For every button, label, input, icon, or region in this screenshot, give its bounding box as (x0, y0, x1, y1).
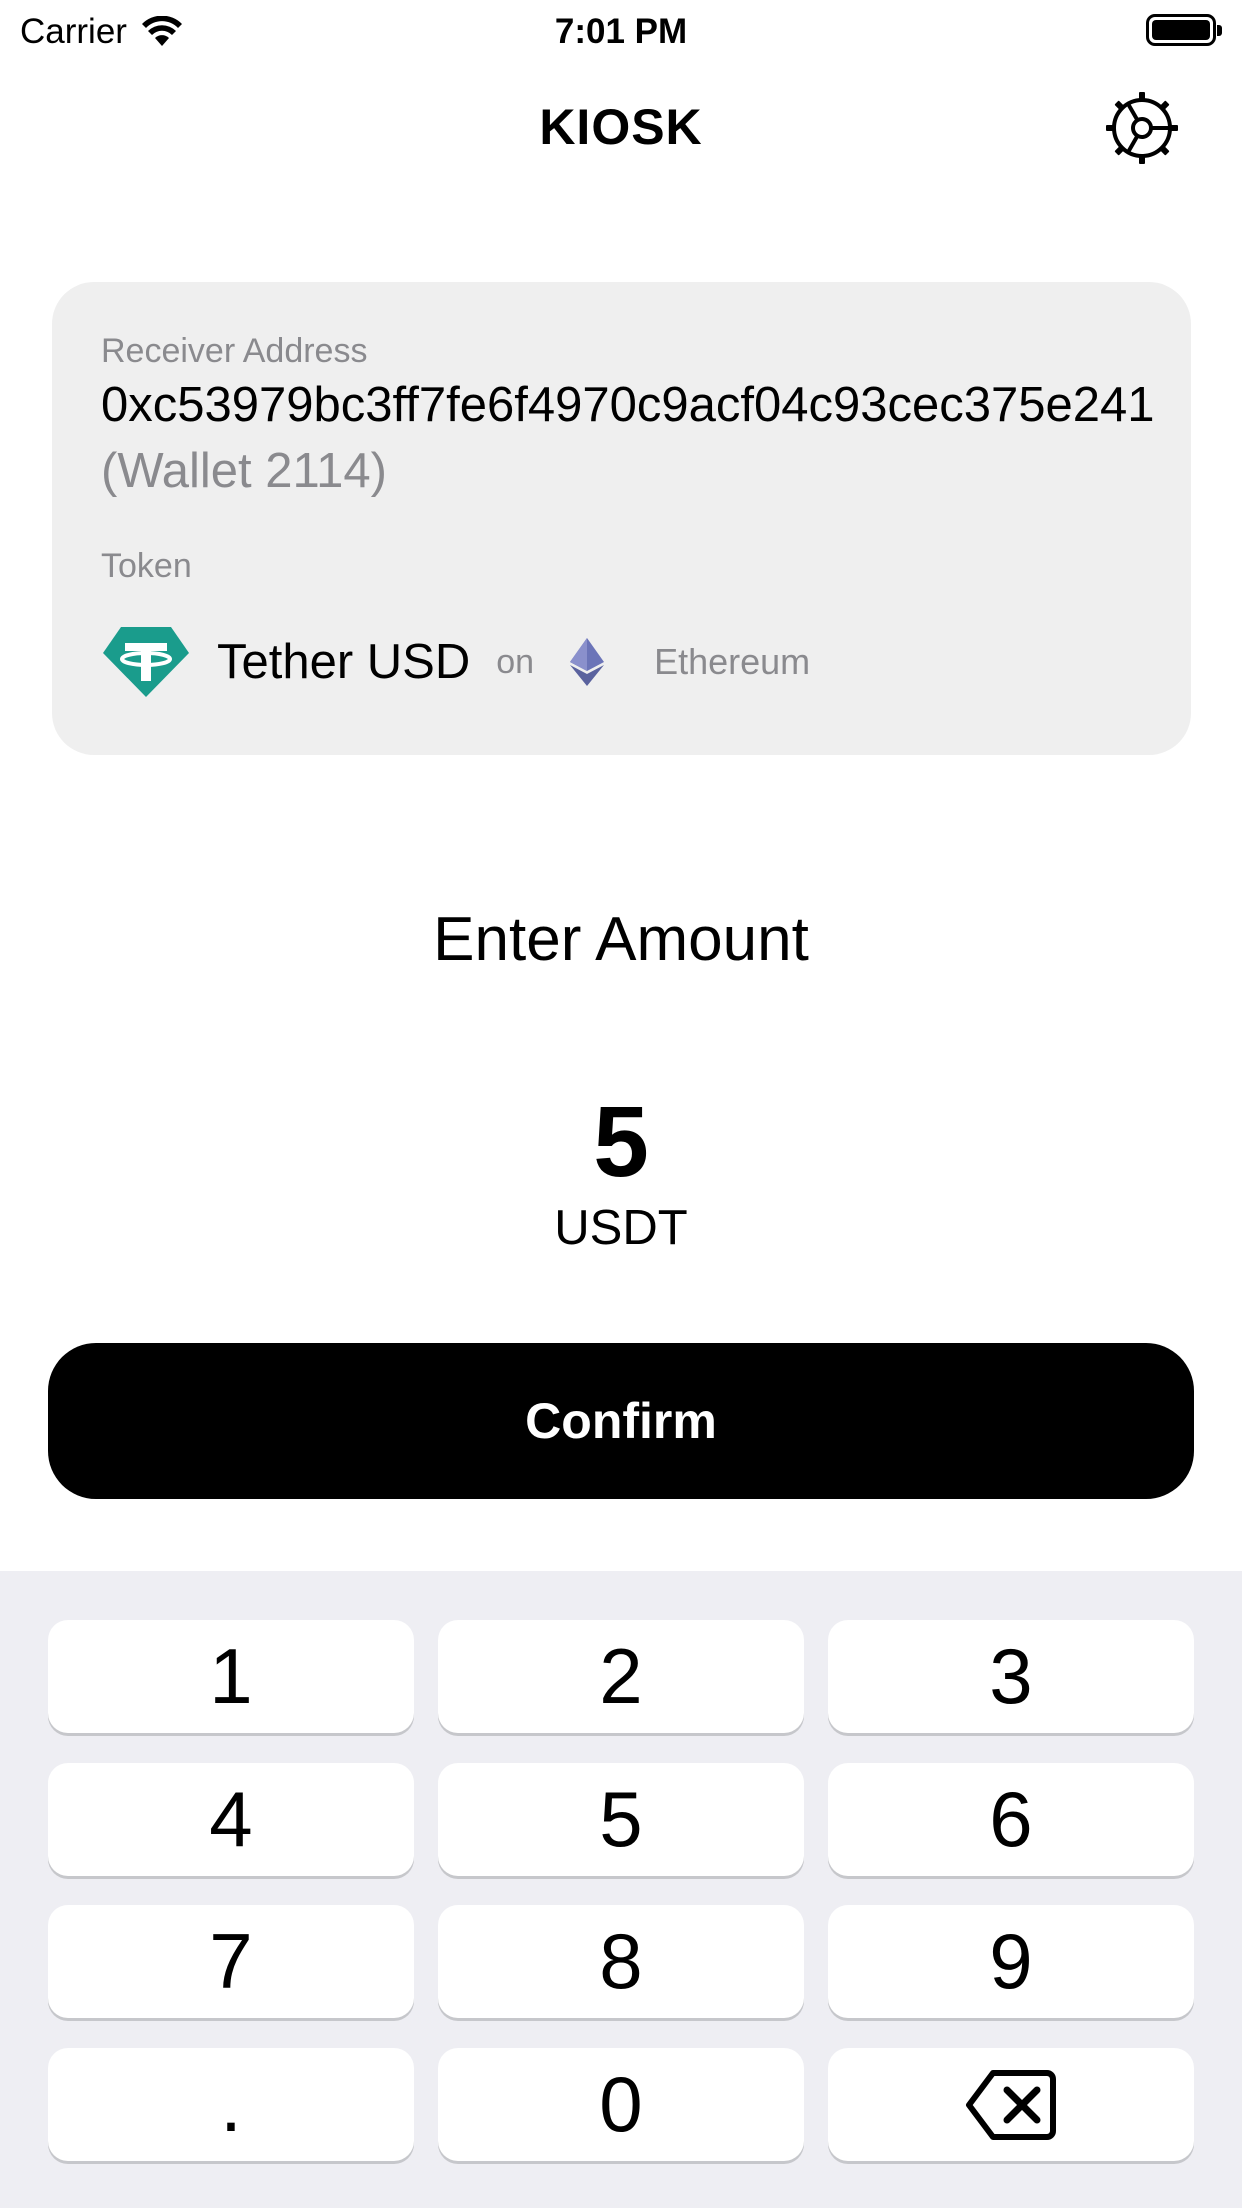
receiver-address: 0xc53979bc3ff7fe6f4970c9acf04c93cec375e2… (101, 372, 1161, 504)
status-time: 7:01 PM (554, 12, 688, 51)
status-bar: Carrier 7:01 PM (0, 0, 1242, 62)
amount-value: 5 (593, 1086, 649, 1198)
confirm-button-label: Confirm (525, 1393, 717, 1449)
payment-details-card: Receiver Address 0xc53979bc3ff7fe6f4970c… (52, 282, 1191, 755)
key-9[interactable]: 9 (828, 1905, 1194, 2018)
backspace-icon (966, 2069, 1056, 2140)
token-on-label: on (496, 642, 535, 681)
receiver-address-label: Receiver Address (101, 332, 368, 370)
token-label: Token (101, 547, 192, 585)
app-header: KIOSK (0, 90, 1242, 166)
tether-icon (103, 627, 189, 697)
gear-icon (1106, 92, 1178, 164)
page-title: KIOSK (539, 99, 703, 155)
key-8[interactable]: 8 (438, 1905, 804, 2018)
token-name: Tether USD (217, 635, 471, 689)
receiver-address-value: 0xc53979bc3ff7fe6f4970c9acf04c93cec375e2… (101, 378, 1155, 432)
battery-icon (1146, 14, 1222, 46)
wallet-name: (Wallet 2114) (101, 444, 387, 498)
confirm-button[interactable]: Confirm (48, 1343, 1194, 1499)
amount-unit: USDT (554, 1201, 688, 1255)
backspace-key[interactable] (828, 2048, 1194, 2161)
key-4[interactable]: 4 (48, 1763, 414, 1876)
key-1[interactable]: 1 (48, 1620, 414, 1733)
settings-button[interactable] (1104, 90, 1180, 166)
key-3[interactable]: 3 (828, 1620, 1194, 1733)
key-0[interactable]: 0 (438, 2048, 804, 2161)
token-row: Tether USD on Ethereum (101, 622, 810, 702)
ethereum-icon (570, 638, 605, 686)
key-7[interactable]: 7 (48, 1905, 414, 2018)
enter-amount-heading: Enter Amount (433, 905, 809, 974)
chain-name: Ethereum (654, 641, 811, 682)
key-5[interactable]: 5 (438, 1763, 804, 1876)
key-2[interactable]: 2 (438, 1620, 804, 1733)
key-decimal[interactable]: . (48, 2048, 414, 2161)
key-6[interactable]: 6 (828, 1763, 1194, 1876)
numeric-keypad: 1 2 3 4 5 6 7 8 9 . 0 (0, 1571, 1242, 2208)
